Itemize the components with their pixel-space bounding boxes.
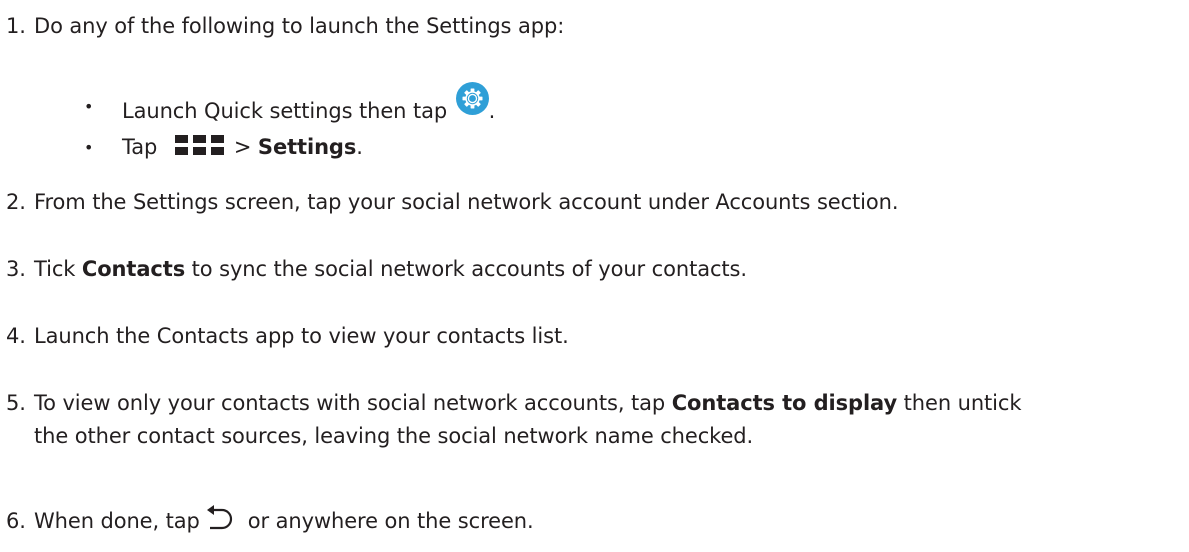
step-4: 4. Launch the Contacts app to view your c… bbox=[6, 322, 569, 350]
step-2: 2. From the Settings screen, tap your soc… bbox=[6, 188, 899, 216]
step-number: 6. bbox=[6, 509, 26, 533]
step-text: To view only your contacts with social n… bbox=[34, 391, 666, 415]
contacts-to-display-bold-label: Contacts to display bbox=[671, 391, 898, 415]
step-text: Launch the Contacts app to view your con… bbox=[34, 324, 569, 348]
all-apps-grid-icon bbox=[172, 133, 228, 157]
step-text-line2: the other contact sources, leaving the s… bbox=[34, 424, 754, 448]
step-text: Tick bbox=[34, 257, 76, 281]
bullet-text-end: . bbox=[356, 135, 363, 159]
bullet-text-end: . bbox=[488, 99, 496, 123]
bullet-text: Tap bbox=[122, 135, 158, 159]
contacts-bold-label: Contacts bbox=[81, 257, 186, 281]
step-number: 2. bbox=[6, 190, 26, 214]
step-text-end: to sync the social network accounts of y… bbox=[191, 257, 747, 281]
step-1: 1. Do any of the following to launch the … bbox=[6, 12, 564, 40]
step-number: 1. bbox=[6, 14, 26, 38]
step-number: 5. bbox=[6, 391, 26, 415]
step-3: 3. Tick Contacts to sync the social netwo… bbox=[6, 255, 747, 283]
step-text: From the Settings screen, tap your socia… bbox=[34, 190, 899, 214]
step-text: Do any of the following to launch the Se… bbox=[34, 14, 565, 38]
step-5-continuation: the other contact sources, leaving the s… bbox=[34, 422, 753, 450]
bullet-dot: • bbox=[84, 138, 94, 157]
settings-gear-icon bbox=[455, 82, 489, 115]
bullet-text-separator: > bbox=[233, 135, 252, 159]
bullet-text: Launch Quick settings then tap bbox=[122, 99, 448, 123]
step-6: 6. When done, tap or anywhere on the scre… bbox=[6, 504, 534, 535]
step-text: When done, tap bbox=[34, 509, 200, 533]
settings-bold-label: Settings bbox=[257, 135, 357, 159]
bullet-dot: • bbox=[84, 97, 94, 116]
step-text-end: then untick bbox=[903, 391, 1022, 415]
bullet-item-tap-settings: • Tap > Settings. bbox=[84, 133, 363, 162]
step-text-end: or anywhere on the screen. bbox=[247, 509, 534, 533]
step-number: 4. bbox=[6, 324, 26, 348]
step-number: 3. bbox=[6, 257, 26, 281]
step-5: 5. To view only your contacts with social… bbox=[6, 389, 1022, 417]
back-arrow-icon bbox=[206, 504, 240, 532]
bullet-item-quick-settings: • Launch Quick settings then tap . bbox=[84, 82, 496, 125]
